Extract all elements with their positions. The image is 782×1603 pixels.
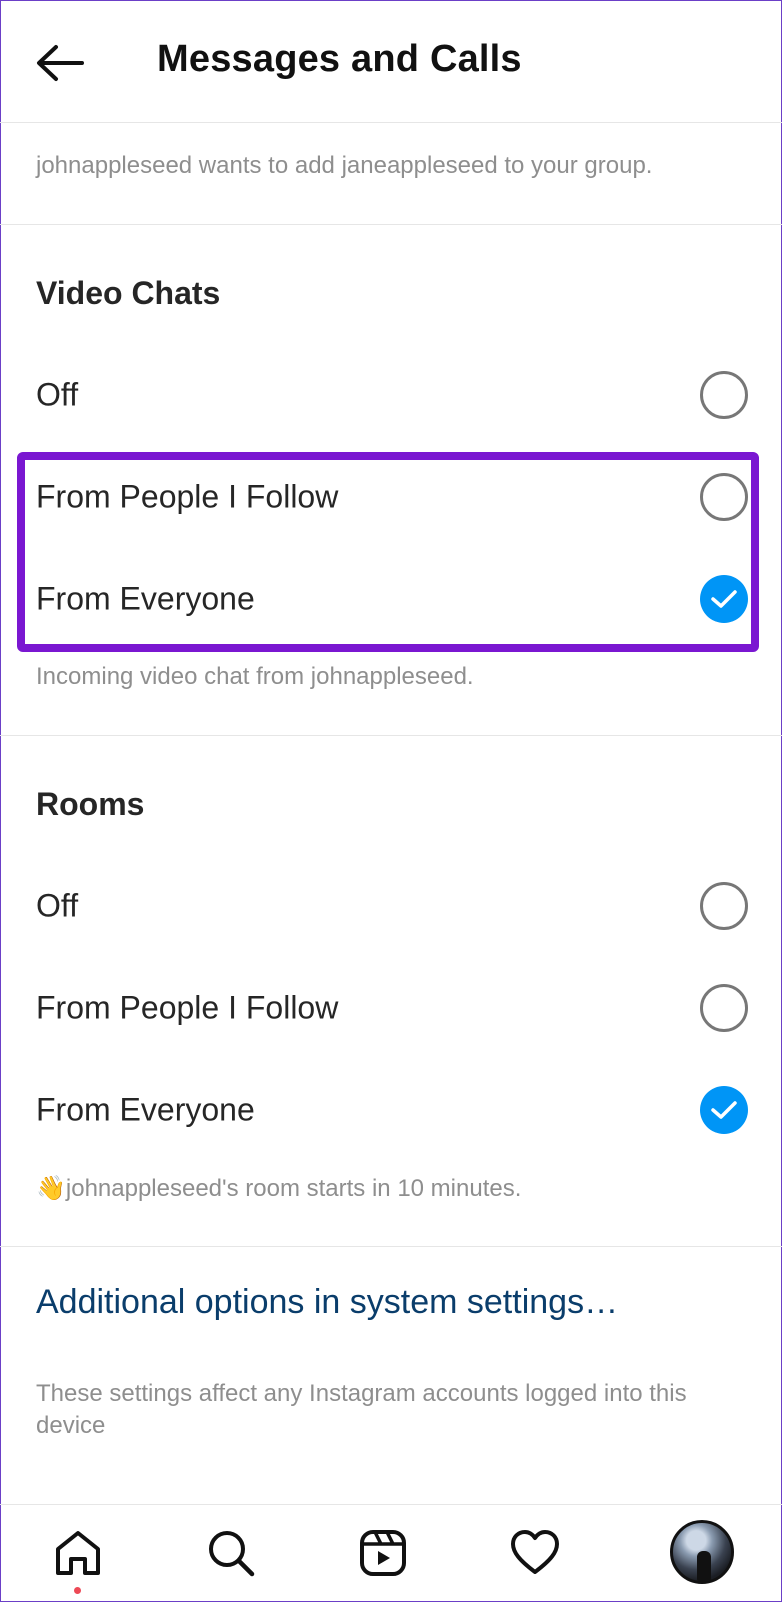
rooms-option-off[interactable]: Off — [0, 858, 782, 954]
home-notification-dot — [74, 1587, 81, 1594]
tab-home[interactable] — [50, 1525, 106, 1581]
video-chats-option-off[interactable]: Off — [0, 347, 782, 443]
video-chats-title: Video Chats — [36, 275, 221, 311]
heart-icon — [511, 1530, 559, 1574]
radio-unselected-icon[interactable] — [700, 371, 748, 419]
option-label: From People I Follow — [36, 989, 339, 1026]
option-label: Off — [36, 376, 79, 413]
tab-reels[interactable] — [355, 1525, 411, 1581]
search-icon — [209, 1531, 255, 1577]
back-arrow-icon — [37, 45, 84, 81]
avatar-figure — [697, 1551, 711, 1581]
tab-search[interactable] — [203, 1525, 259, 1581]
rooms-option-people-i-follow[interactable]: From People I Follow — [0, 960, 782, 1056]
settings-footnote: These settings affect any Instagram acco… — [36, 1380, 687, 1439]
rooms-title: Rooms — [36, 786, 145, 822]
option-label: Off — [36, 887, 79, 924]
radio-unselected-icon[interactable] — [700, 984, 748, 1032]
option-label: From Everyone — [36, 1091, 255, 1128]
waving-hand-emoji: 👋 — [36, 1175, 66, 1202]
video-chat-preview-text: Incoming video chat from johnappleseed. — [36, 663, 474, 690]
divider — [0, 1246, 782, 1247]
home-icon — [56, 1531, 100, 1575]
radio-unselected-icon[interactable] — [700, 882, 748, 930]
rooms-preview-text: 👋johnappleseed's room starts in 10 minut… — [36, 1174, 521, 1203]
additional-options-link[interactable]: Additional options in system settings… — [36, 1283, 618, 1322]
profile-avatar[interactable] — [670, 1520, 734, 1584]
radio-selected-check-icon[interactable] — [700, 1086, 748, 1134]
header: Messages and Calls — [0, 0, 782, 123]
group-preview-text: johnappleseed wants to add janeappleseed… — [36, 152, 653, 179]
bottom-tab-bar — [0, 1504, 782, 1603]
page-title: Messages and Calls — [157, 38, 522, 80]
reels-icon — [360, 1530, 406, 1576]
divider — [0, 735, 782, 736]
tab-activity[interactable] — [507, 1525, 563, 1581]
rooms-preview-message: johnappleseed's room starts in 10 minute… — [65, 1175, 522, 1202]
rooms-option-everyone[interactable]: From Everyone — [0, 1062, 782, 1158]
highlight-box — [17, 452, 759, 652]
divider — [0, 224, 782, 225]
back-button[interactable] — [34, 40, 90, 86]
